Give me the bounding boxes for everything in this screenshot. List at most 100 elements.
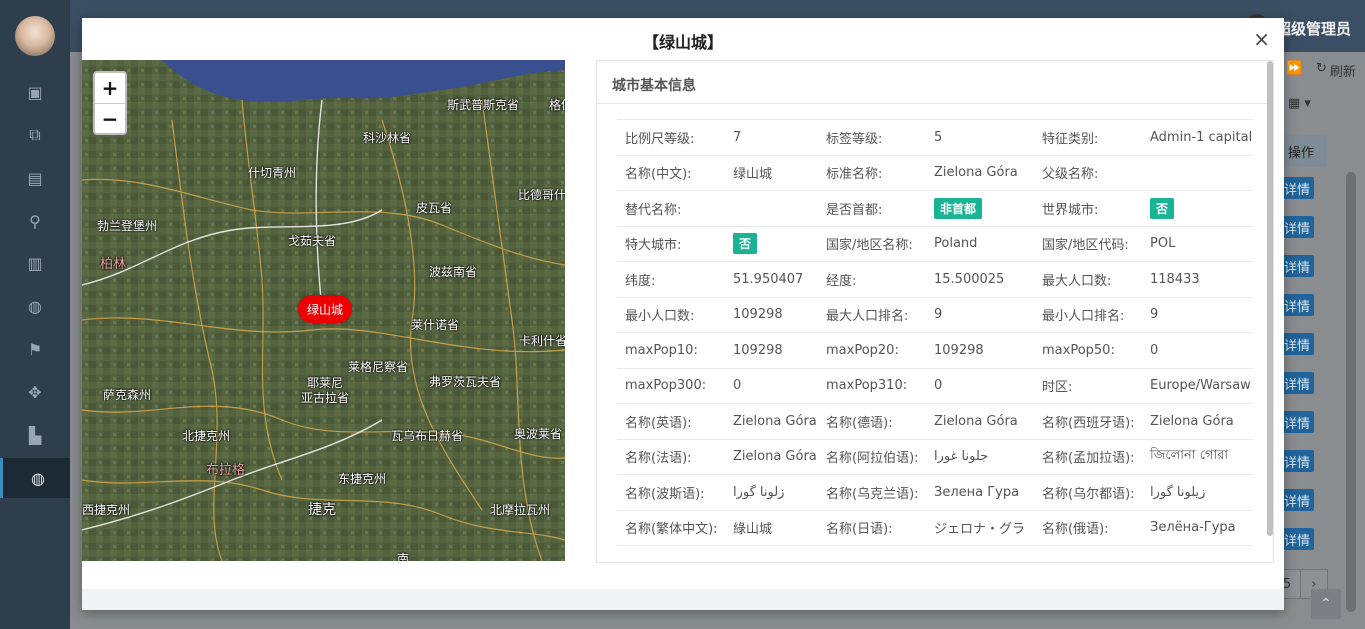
columns-grid-icon[interactable]: ▦ ▾ [1288, 96, 1311, 120]
map-label: 斯武普斯克省 [447, 98, 520, 112]
modal-title: 【绿山城】 [642, 33, 723, 52]
map-label: 莱格尼察省 [348, 360, 409, 374]
field-label: 名称(孟加拉语): [1034, 438, 1142, 475]
field-value: Zielona Góra [725, 403, 818, 439]
field-label: 世界城市: [1034, 190, 1142, 226]
city-info-panel: 城市基本信息 比例尺等级: 7 标签等级: 5 特征类别: Admin-1 capital… [596, 60, 1274, 563]
field-label: 特大城市: [617, 225, 725, 262]
map-label: 勃兰登堡州 [97, 219, 158, 233]
location-pin-icon[interactable]: ⚲ [0, 201, 70, 241]
fast-forward-icon[interactable]: ⏩ [1286, 61, 1302, 85]
field-label: 替代名称: [617, 190, 725, 226]
refresh-button[interactable]: ↻ 刷新 [1316, 61, 1356, 85]
flag-icon[interactable]: ⚑ [0, 329, 70, 369]
field-label: 标签等级: [818, 119, 926, 155]
field-label: 国家/地区代码: [1034, 225, 1142, 262]
field-label: 特征类别: [1034, 119, 1142, 155]
map-label: 奥波莱省 [514, 427, 563, 441]
city-detail-modal: 【绿山城】 × 斯武普斯克省 格 科沙林省 什切青州 比德哥什 皮瓦省 勃兰登堡… [82, 18, 1284, 610]
detail-button[interactable]: 详情 [1280, 255, 1314, 277]
field-value: 109298 [926, 332, 1034, 368]
map-label: 瓦乌布日赫省 [391, 429, 464, 443]
field-value: 7 [725, 119, 818, 155]
field-value: Зелена Гура [926, 474, 1034, 510]
detail-button[interactable]: 详情 [1280, 450, 1314, 472]
field-label: 时区: [1034, 367, 1142, 404]
detail-button[interactable]: 详情 [1280, 411, 1314, 433]
close-icon[interactable]: × [1253, 29, 1270, 49]
info-row: 名称(中文): 绿山城 标准名称: Zielona Góra 父级名称: [617, 154, 1253, 191]
field-value: Europe/Warsaw [1142, 367, 1253, 404]
map-label: 戈茹夫省 [288, 234, 337, 248]
map-view[interactable]: 斯武普斯克省 格但 科沙林省 什切青州 比德哥什 皮瓦省 勃兰登堡州 戈茹夫省 … [82, 60, 565, 561]
field-label: 标准名称: [818, 154, 926, 191]
area-chart-icon[interactable]: ▙ [0, 415, 70, 455]
network-icon[interactable]: ⧉ [0, 115, 70, 155]
info-row: 替代名称: 是否首都: 非首都 世界城市: 否 [617, 190, 1253, 226]
map-label-berlin: 柏林 [100, 257, 127, 272]
globe-active-icon[interactable]: ◍ [0, 458, 73, 498]
detail-button[interactable]: 详情 [1280, 294, 1314, 316]
info-row: 名称(英语): Zielona Góra 名称(德语): Zielona Góra 名称… [617, 403, 1253, 439]
field-value-cell: 否 [725, 225, 818, 262]
scroll-to-top-button[interactable]: ⌃ [1311, 589, 1341, 619]
city-marker[interactable]: 绿山城 [298, 295, 352, 323]
map-label: 波兹南省 [429, 265, 478, 279]
field-label: maxPop20: [818, 332, 926, 368]
field-label: 最小人口数: [617, 296, 725, 333]
dashboard-icon[interactable]: ▣ [0, 72, 70, 112]
field-value: Зелёна-Гура [1142, 509, 1253, 546]
field-value: Poland [926, 225, 1034, 262]
city-info-table: 比例尺等级: 7 标签等级: 5 特征类别: Admin-1 capital 名称(中文):… [617, 119, 1253, 546]
map-label: 科沙林省 [363, 131, 412, 145]
detail-button[interactable]: 详情 [1280, 177, 1314, 199]
field-label: 纬度: [617, 261, 725, 297]
info-scrollbar[interactable] [1267, 61, 1273, 536]
detail-button[interactable]: 详情 [1280, 528, 1314, 550]
field-value: 0 [926, 367, 1034, 404]
field-value: Zielona Góra [725, 438, 818, 475]
field-value: Zielona Góra [926, 154, 1034, 191]
field-label: 名称(俄语): [1034, 509, 1142, 546]
field-value: Admin-1 capital [1142, 119, 1253, 155]
field-label: maxPop300: [617, 367, 725, 404]
detail-button[interactable]: 详情 [1280, 489, 1314, 511]
field-value: 绿山城 [725, 154, 818, 191]
detail-button[interactable]: 详情 [1280, 333, 1314, 355]
field-value [1142, 154, 1253, 191]
status-badge: 否 [1150, 197, 1175, 219]
info-row: 特大城市: 否 国家/地区名称: Poland 国家/地区代码: POL [617, 225, 1253, 262]
zoom-in-button[interactable]: + [95, 73, 125, 104]
field-label: 经度: [818, 261, 926, 297]
admin-name[interactable]: 超级管理员 [1276, 18, 1351, 39]
field-label: 名称(西班牙语): [1034, 403, 1142, 439]
detail-button[interactable]: 详情 [1280, 216, 1314, 238]
refresh-icon: ↻ [1316, 61, 1327, 76]
move-icon[interactable]: ✥ [0, 372, 70, 412]
map-label: 耶莱尼 亚古拉省 [301, 376, 350, 405]
field-label: 名称(法语): [617, 438, 725, 475]
info-row: 最小人口数: 109298 最大人口排名: 9 最小人口排名: 9 [617, 296, 1253, 333]
bar-chart-icon[interactable]: ▥ [0, 243, 70, 283]
detail-button[interactable]: 详情 [1280, 372, 1314, 394]
field-label: 名称(乌尔都语): [1034, 474, 1142, 510]
field-label: 父级名称: [1034, 154, 1142, 191]
map-label: 卡利什省 [519, 334, 565, 348]
field-value: زلونا گورا [725, 474, 818, 510]
info-row: 名称(繁体中文): 綠山城 名称(日语): ジェロナ・グラ 名称(俄语): Зелёна-… [617, 509, 1253, 546]
field-value: 9 [1142, 296, 1253, 333]
map-label-prague: 布拉格 [206, 463, 246, 478]
field-label: 比例尺等级: [617, 119, 725, 155]
field-label: 名称(阿拉伯语): [818, 438, 926, 475]
map-label: 南 [397, 552, 410, 561]
field-value: 綠山城 [725, 509, 818, 546]
avatar[interactable] [15, 16, 55, 56]
zoom-out-button[interactable]: − [95, 104, 125, 134]
page-scrollbar[interactable] [1346, 172, 1356, 612]
map-label: 捷克 [308, 502, 336, 518]
field-value: 51.950407 [725, 261, 818, 297]
field-label: 名称(英语): [617, 403, 725, 439]
map-icon[interactable]: ▤ [0, 158, 70, 198]
globe-icon[interactable]: ◍ [0, 286, 70, 326]
info-row: 名称(法语): Zielona Góra 名称(阿拉伯语): جلونا غورا 名称… [617, 438, 1253, 475]
